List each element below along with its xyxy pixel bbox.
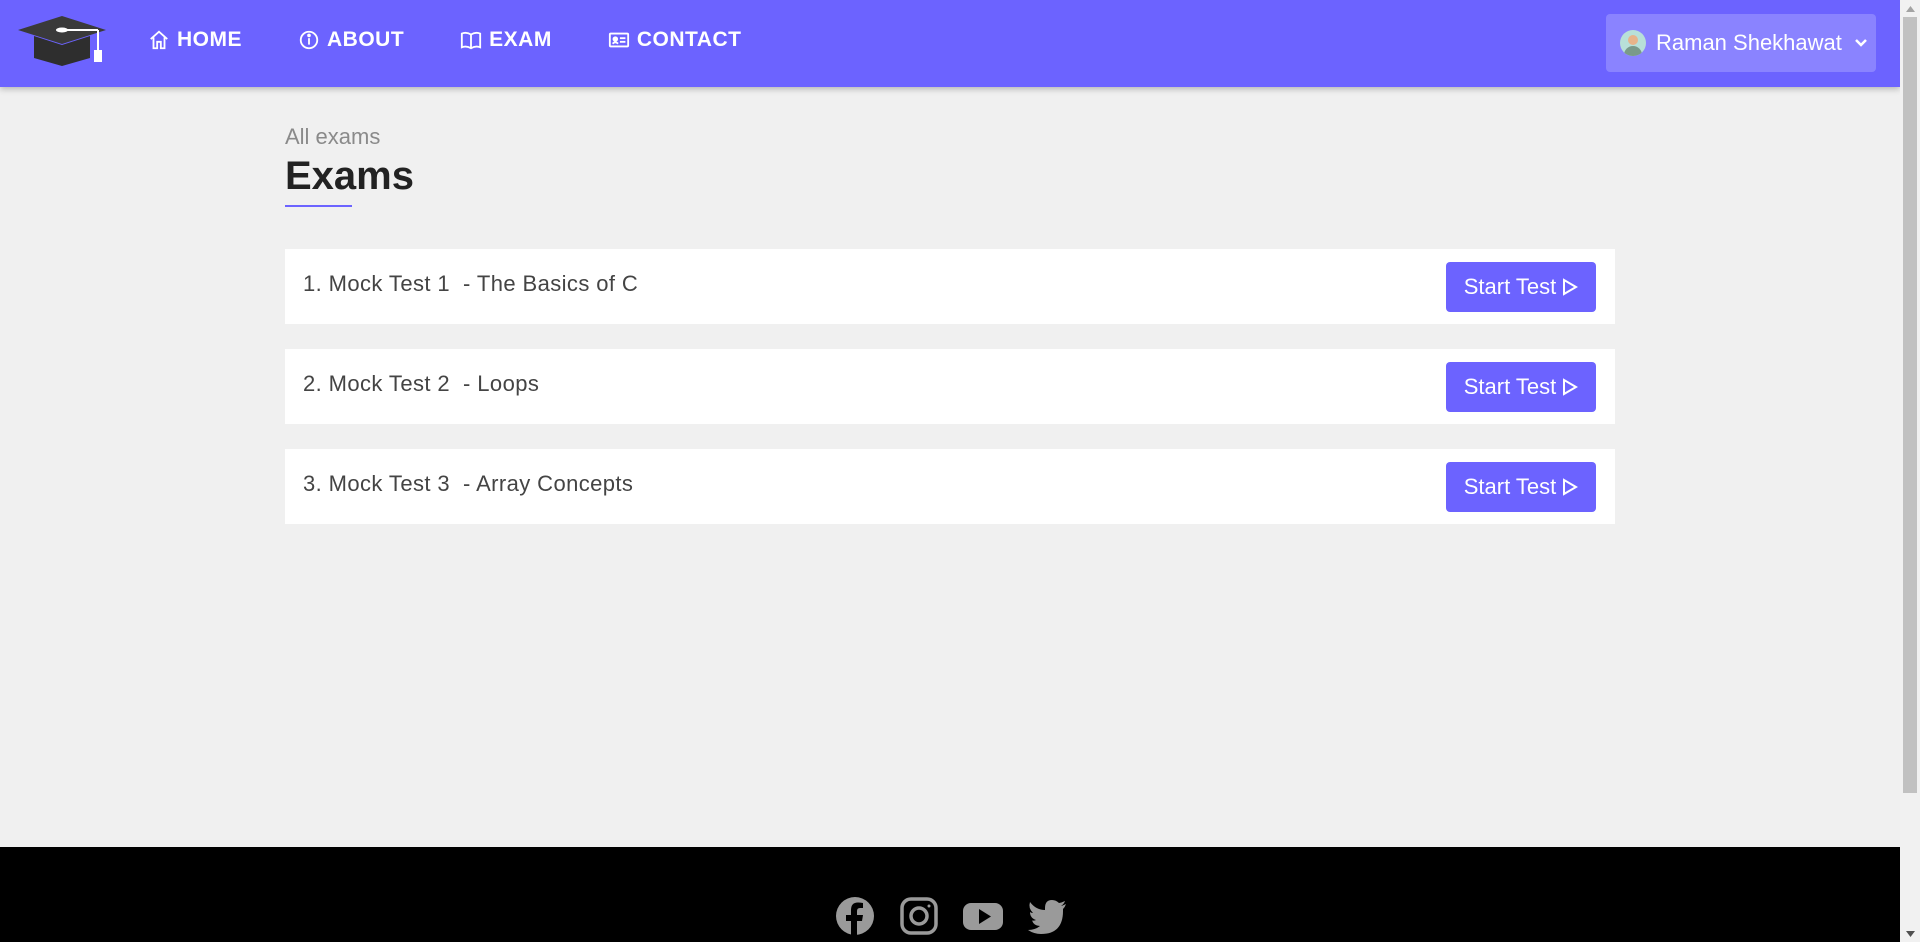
nav-about-link[interactable]: ABOUT — [298, 28, 404, 52]
user-menu-dropdown[interactable]: Raman Shekhawat — [1606, 14, 1876, 72]
start-test-button[interactable]: Start Test — [1446, 262, 1596, 312]
nav-about-label: ABOUT — [327, 28, 405, 51]
nav-exam-label: EXAM — [489, 28, 552, 51]
nav-home-label: HOME — [177, 28, 242, 51]
exam-list: 1. Mock Test 1 - The Basics of C Start T… — [285, 249, 1615, 524]
nav-links: HOME ABOUT EXAM CONTACT — [148, 0, 797, 80]
play-icon — [1563, 478, 1579, 496]
main-content: All exams Exams 1. Mock Test 1 - The Bas… — [285, 124, 1615, 549]
user-name: Raman Shekhawat — [1656, 30, 1842, 55]
start-test-label: Start Test — [1463, 474, 1557, 499]
start-test-label: Start Test — [1463, 374, 1557, 399]
exam-item: 2. Mock Test 2 - Loops Start Test — [285, 349, 1615, 424]
scrollbar-thumb[interactable] — [1903, 17, 1917, 793]
facebook-icon[interactable] — [834, 895, 876, 937]
title-underline — [285, 205, 352, 207]
chevron-down-icon — [1855, 39, 1867, 47]
nav-contact-link[interactable]: CONTACT — [608, 28, 742, 52]
exam-label: 2. Mock Test 2 - Loops — [303, 371, 540, 396]
graduation-cap-logo[interactable] — [16, 14, 108, 66]
twitter-icon[interactable] — [1026, 895, 1068, 937]
start-test-button[interactable]: Start Test — [1446, 462, 1596, 512]
id-card-icon — [608, 32, 629, 48]
footer — [0, 847, 1900, 942]
play-icon — [1563, 378, 1579, 396]
scroll-down-arrow[interactable] — [1900, 925, 1920, 942]
start-test-label: Start Test — [1463, 274, 1557, 299]
book-icon — [461, 31, 482, 50]
breadcrumb: All exams — [285, 124, 381, 149]
scroll-up-arrow[interactable] — [1900, 0, 1920, 17]
home-icon — [150, 30, 168, 50]
exam-item: 3. Mock Test 3 - Array Concepts Start Te… — [285, 449, 1615, 524]
vertical-scrollbar[interactable] — [1900, 0, 1920, 942]
nav-home-link[interactable]: HOME — [148, 28, 242, 52]
youtube-icon[interactable] — [962, 895, 1004, 937]
social-links — [834, 895, 1068, 937]
navbar: HOME ABOUT EXAM CONTACT Raman Shekhawat — [0, 0, 1900, 87]
exam-item: 1. Mock Test 1 - The Basics of C Start T… — [285, 249, 1615, 324]
avatar — [1620, 30, 1646, 56]
exam-label: 1. Mock Test 1 - The Basics of C — [303, 271, 639, 296]
start-test-button[interactable]: Start Test — [1446, 362, 1596, 412]
play-icon — [1563, 278, 1579, 296]
info-icon — [299, 30, 319, 50]
exam-label: 3. Mock Test 3 - Array Concepts — [303, 471, 634, 496]
page-title: Exams — [285, 154, 414, 198]
nav-exam-link[interactable]: EXAM — [460, 28, 552, 52]
nav-contact-label: CONTACT — [636, 28, 742, 51]
instagram-icon[interactable] — [898, 895, 940, 937]
